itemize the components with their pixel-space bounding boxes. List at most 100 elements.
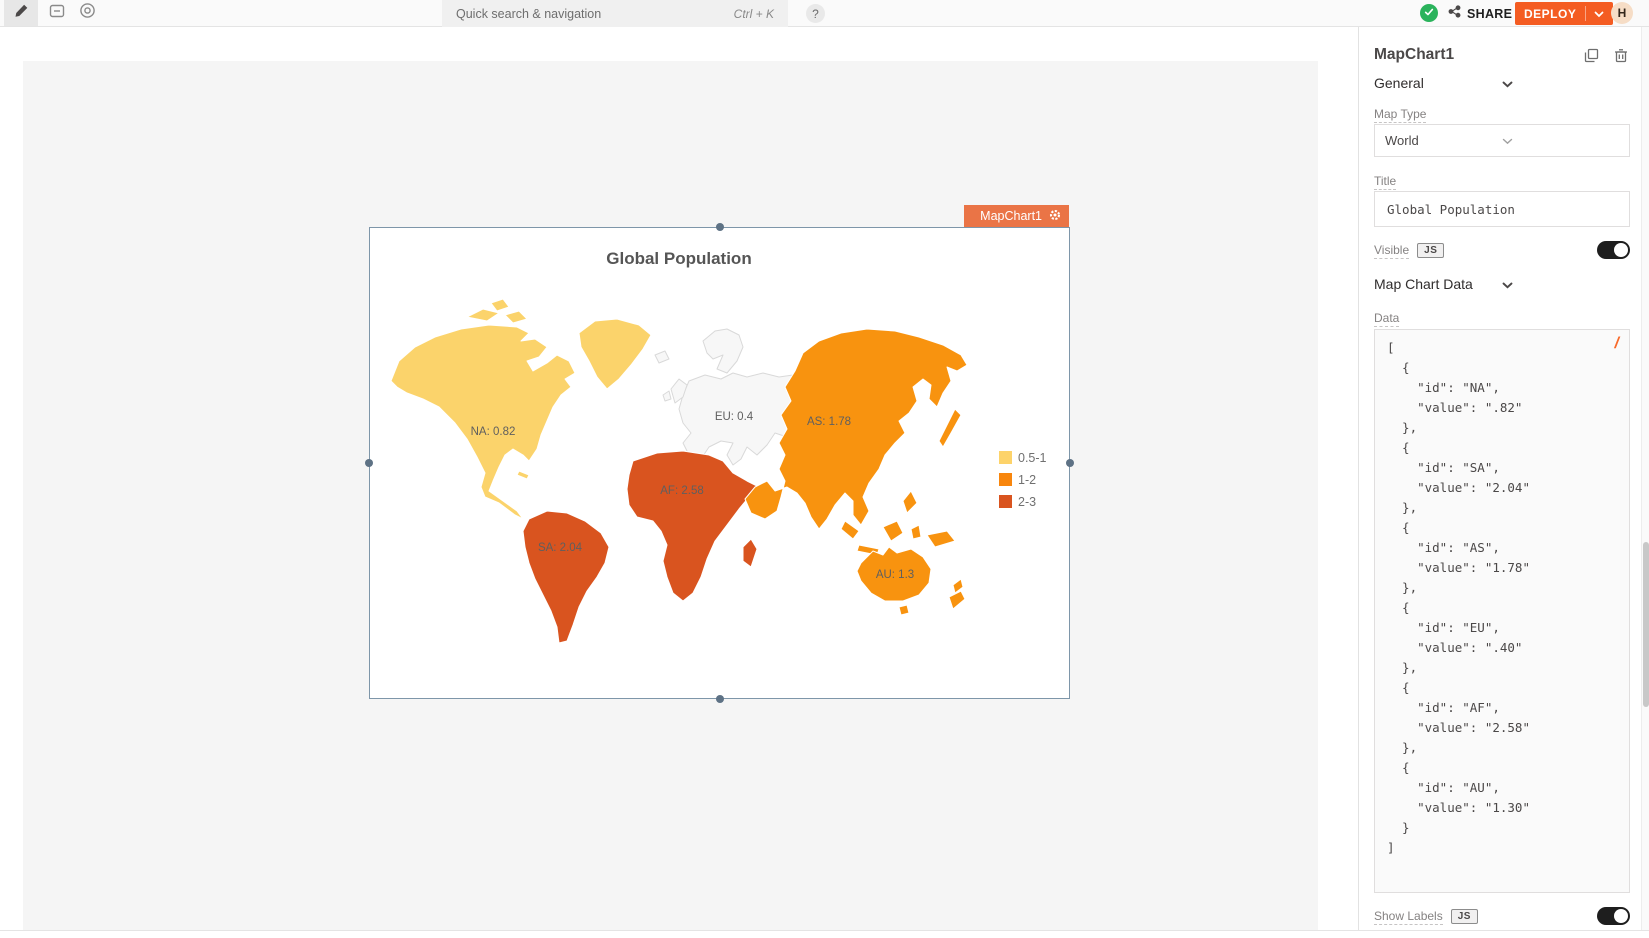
data-label: Data [1374, 311, 1630, 325]
chevron-down-icon [1502, 276, 1630, 292]
region-borneo[interactable] [883, 521, 903, 541]
chevron-down-icon[interactable] [1594, 5, 1604, 23]
map-data-label-au: AU: 1.3 [876, 569, 914, 581]
question-mark-icon: ? [812, 7, 819, 21]
show-labels-switch[interactable] [1597, 907, 1630, 925]
title-input[interactable] [1374, 191, 1630, 227]
comment-icon [49, 3, 65, 24]
property-pane: MapChart1 General Map Type World [1358, 27, 1641, 938]
avatar-initial: H [1618, 6, 1627, 20]
chevron-down-icon [1502, 75, 1630, 91]
edit-mode-button[interactable] [4, 0, 38, 26]
visible-js-toggle[interactable]: JS [1417, 243, 1444, 258]
region-sulawesi[interactable] [911, 525, 921, 539]
region-scandinavia[interactable] [703, 329, 743, 373]
quick-search-input[interactable]: Quick search & navigation Ctrl + K [442, 0, 788, 27]
help-button[interactable]: ? [806, 4, 825, 23]
widget-title: MapChart1 [1374, 46, 1570, 64]
deploy-divider [1585, 6, 1586, 21]
mapchart-widget[interactable]: MapChart1 Global Population [369, 227, 1070, 699]
gear-icon[interactable] [1049, 209, 1061, 224]
legend-label: 2-3 [1018, 495, 1036, 509]
scrollbar-thumb[interactable] [1643, 542, 1649, 707]
show-labels-label: Show Labels [1374, 909, 1443, 923]
chevron-down-icon [1502, 133, 1619, 148]
section-data-label: Map Chart Data [1374, 276, 1502, 292]
app-builder: Quick search & navigation Ctrl + K ? SHA… [0, 0, 1649, 938]
region-iceland[interactable] [655, 351, 669, 363]
map-data-label-as: AS: 1.78 [807, 416, 851, 428]
search-shortcut: Ctrl + K [734, 7, 774, 21]
bottom-edge [0, 930, 1649, 938]
widget-frame: Global Population [369, 227, 1070, 699]
legend-swatch [999, 473, 1012, 486]
check-icon [1424, 4, 1434, 22]
resize-handle-bottom[interactable] [716, 695, 724, 703]
map-data-label-eu: EU: 0.4 [715, 411, 754, 423]
region-arctic-islands[interactable] [467, 309, 499, 321]
copy-widget-button[interactable] [1582, 46, 1600, 64]
region-tasmania[interactable] [899, 605, 909, 615]
show-labels-js-toggle[interactable]: JS [1451, 909, 1478, 924]
region-arctic-islands[interactable] [491, 299, 509, 311]
region-africa[interactable] [627, 451, 759, 601]
world-map-chart: Global Population [371, 229, 1070, 699]
save-status-badge [1420, 4, 1438, 22]
legend-label: 1-2 [1018, 473, 1036, 487]
legend-swatch [999, 495, 1012, 508]
region-sumatra[interactable] [841, 521, 859, 539]
deploy-label: DEPLOY [1524, 7, 1576, 21]
region-ireland[interactable] [663, 391, 671, 401]
map-type-label: Map Type [1374, 107, 1630, 121]
switch-knob [1614, 909, 1628, 923]
map-legend: 0.5-1 1-2 2-3 [999, 451, 1047, 509]
comments-button[interactable] [44, 0, 70, 26]
expression-slash-icon[interactable]: / [1615, 335, 1619, 353]
legend-swatch [999, 451, 1012, 464]
region-north-america[interactable] [391, 325, 575, 519]
map-data-label-sa: SA: 2.04 [538, 542, 583, 554]
visible-switch[interactable] [1597, 241, 1630, 259]
title-label: Title [1374, 174, 1630, 188]
map-type-value: World [1385, 133, 1502, 148]
share-button[interactable]: SHARE [1448, 0, 1512, 27]
map-data-label-na: NA: 0.82 [471, 426, 516, 438]
region-caribbean[interactable] [517, 471, 529, 479]
top-bar: Quick search & navigation Ctrl + K ? SHA… [0, 0, 1649, 27]
preview-eye-icon [79, 2, 96, 24]
map-data-label-af: AF: 2.58 [660, 485, 703, 497]
data-editor[interactable]: [ { "id": "NA", "value": ".82" }, { "id"… [1374, 329, 1630, 893]
page-scrollbar[interactable] [1641, 27, 1649, 938]
switch-knob [1614, 243, 1628, 257]
region-japan[interactable] [939, 409, 961, 447]
deploy-button[interactable]: DEPLOY [1515, 2, 1613, 25]
region-new-zealand[interactable] [949, 591, 965, 609]
widget-name-badge[interactable]: MapChart1 [964, 205, 1069, 227]
map-type-select[interactable]: World [1374, 124, 1630, 157]
region-arctic-islands[interactable] [505, 311, 527, 323]
section-general[interactable]: General [1374, 73, 1630, 93]
search-placeholder: Quick search & navigation [456, 7, 601, 21]
resize-handle-left[interactable] [365, 459, 373, 467]
widget-name-label: MapChart1 [980, 209, 1042, 223]
visible-label: Visible [1374, 243, 1409, 257]
chart-title: Global Population [606, 249, 751, 268]
resize-handle-right[interactable] [1066, 459, 1074, 467]
share-icon [1448, 5, 1461, 23]
region-new-guinea[interactable] [927, 531, 955, 547]
resize-handle-top[interactable] [716, 223, 724, 231]
region-south-america[interactable] [523, 511, 609, 643]
delete-widget-button[interactable] [1612, 46, 1630, 64]
region-philippines[interactable] [903, 491, 917, 513]
region-greenland[interactable] [579, 319, 651, 389]
pencil-icon [14, 3, 29, 23]
legend-label: 0.5-1 [1018, 451, 1047, 465]
region-madagascar[interactable] [743, 539, 757, 567]
preview-mode-button[interactable] [74, 0, 100, 26]
data-editor-code[interactable]: [ { "id": "NA", "value": ".82" }, { "id"… [1387, 338, 1617, 858]
section-general-label: General [1374, 75, 1502, 91]
app-canvas[interactable]: MapChart1 Global Population [23, 61, 1318, 930]
share-label: SHARE [1467, 7, 1512, 21]
section-map-chart-data[interactable]: Map Chart Data [1374, 274, 1630, 294]
user-avatar[interactable]: H [1611, 2, 1633, 24]
